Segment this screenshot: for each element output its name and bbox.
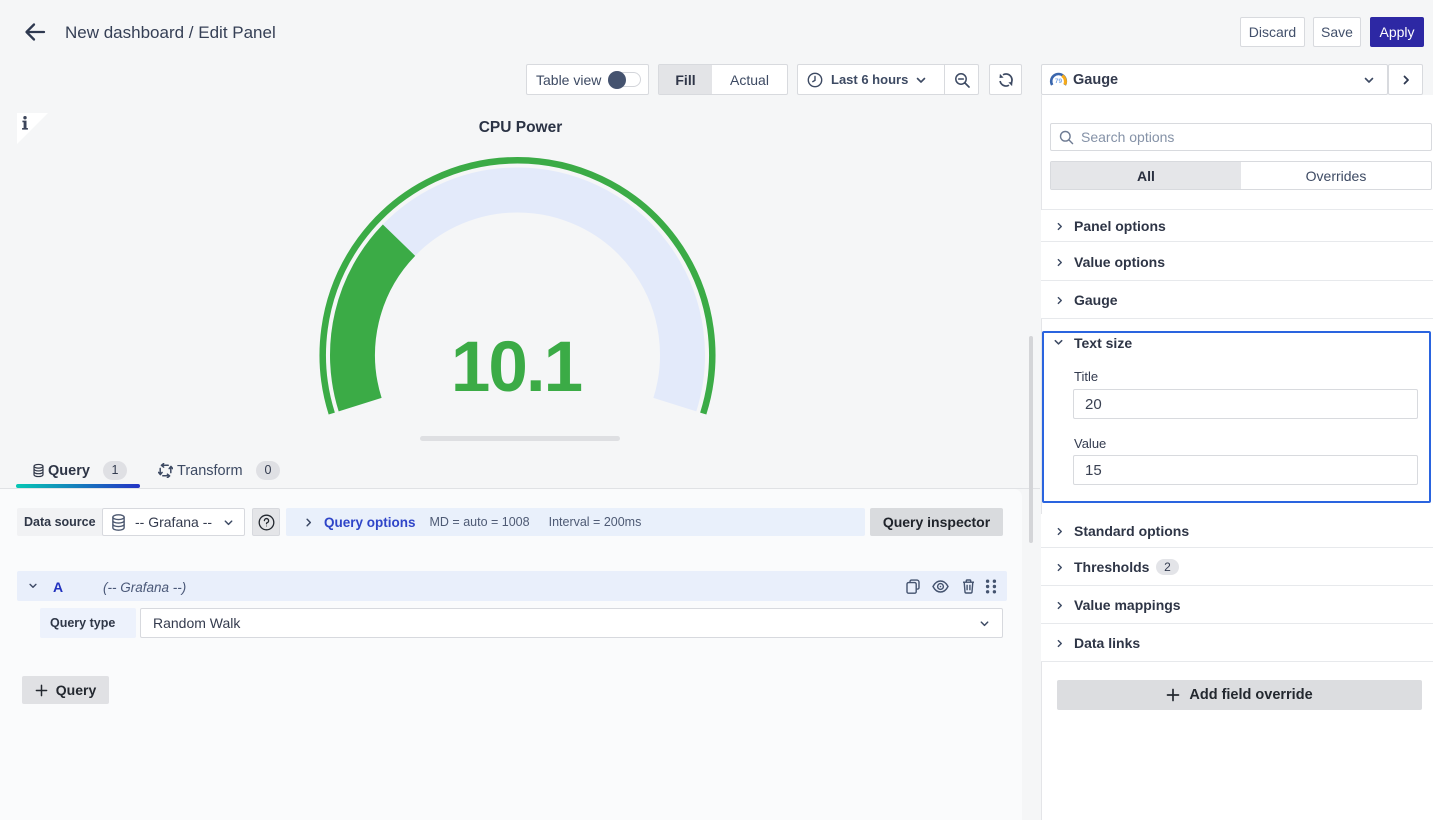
svg-text:79: 79 — [1055, 78, 1063, 85]
